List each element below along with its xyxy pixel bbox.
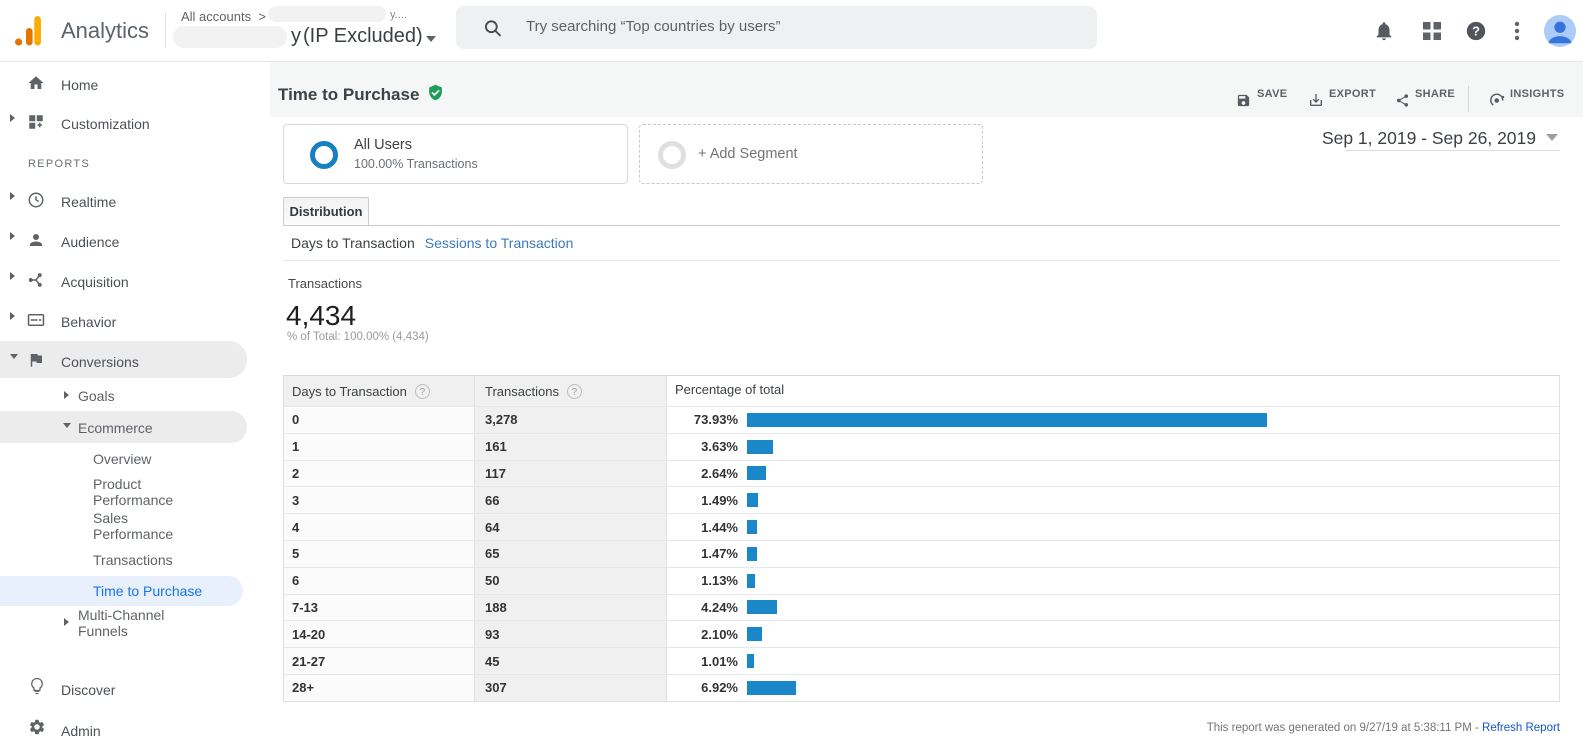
- svg-text:?: ?: [1472, 24, 1480, 39]
